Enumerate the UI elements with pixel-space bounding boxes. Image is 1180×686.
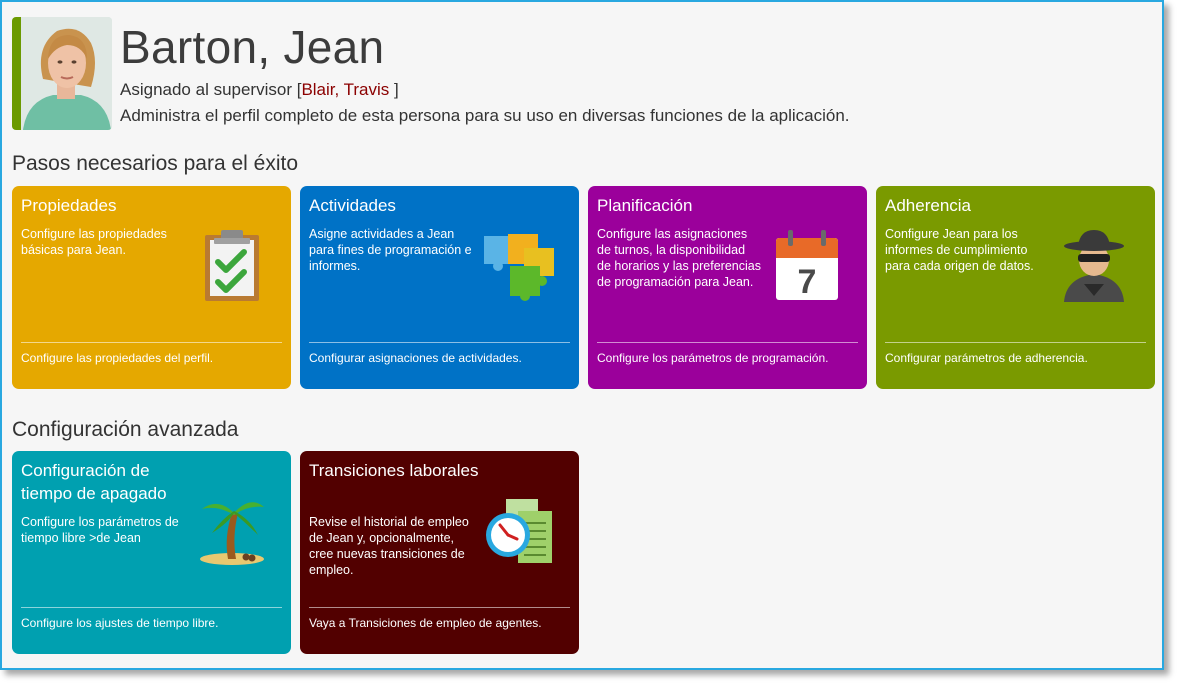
profile-description: Administra el perfil completo de esta pe…	[120, 106, 850, 125]
card-description: Configure las asignaciones de turnos, la…	[597, 227, 761, 289]
card-footer-link[interactable]: Configure los parámetros de programación…	[597, 351, 828, 365]
card-footer-link[interactable]: Configurar parámetros de adherencia.	[885, 351, 1088, 365]
card-footer-link[interactable]: Configurar asignaciones de actividades.	[309, 351, 522, 365]
card-footer-link[interactable]: Configure las propiedades del perfil.	[21, 351, 213, 365]
card-divider	[309, 342, 570, 343]
clipboard-check-icon	[205, 230, 259, 301]
section-title-advanced: Configuración avanzada	[12, 418, 239, 441]
person-photo-icon	[21, 17, 112, 130]
card-planning[interactable]: Planificación Configure las asignaciones…	[588, 186, 867, 389]
card-footer-link[interactable]: Configure los ajustes de tiempo libre.	[21, 616, 218, 630]
card-divider	[885, 342, 1146, 343]
spy-icon	[1064, 230, 1124, 302]
supervisor-suffix: ]	[389, 80, 399, 99]
card-description: Revise el historial de empleo de Jean y,…	[309, 515, 469, 577]
card-properties[interactable]: Propiedades Configure las propiedades bá…	[12, 186, 291, 389]
supervisor-line: Asignado al supervisor [Blair, Travis ]	[120, 80, 399, 100]
card-divider	[21, 342, 282, 343]
clock-documents-icon	[486, 499, 552, 563]
card-description: Configure las propiedades básicas para J…	[21, 227, 167, 257]
section-title-required: Pasos necesarios para el éxito	[12, 152, 298, 175]
card-description: Configure los parámetros de tiempo libre…	[21, 515, 179, 545]
supervisor-link[interactable]: Blair, Travis	[301, 80, 389, 99]
palm-tree-icon	[200, 502, 264, 565]
card-adherence[interactable]: Adherencia Configure Jean para los infor…	[876, 186, 1155, 389]
card-divider	[21, 607, 282, 608]
puzzle-icon	[484, 234, 554, 301]
card-time-off[interactable]: Configuración de tiempo de apagado Confi…	[12, 451, 291, 654]
calendar-day-label: 7	[798, 263, 817, 301]
card-title: Configuración de tiempo de apagado	[21, 461, 167, 503]
calendar-icon: 7	[776, 230, 838, 301]
page-title: Barton, Jean	[120, 21, 385, 73]
card-activities[interactable]: Actividades Asigne actividades a Jean pa…	[300, 186, 579, 389]
avatar	[12, 17, 112, 130]
card-description: Configure Jean para los informes de cump…	[885, 227, 1034, 273]
supervisor-prefix: Asignado al supervisor [	[120, 80, 302, 99]
card-footer-link[interactable]: Vaya a Transiciones de empleo de agentes…	[309, 616, 542, 630]
card-title: Propiedades	[21, 196, 117, 215]
card-title: Actividades	[309, 196, 396, 215]
card-title: Adherencia	[885, 196, 972, 215]
card-title: Transiciones laborales	[309, 461, 479, 480]
card-transitions[interactable]: Transiciones laborales Revise el histori…	[300, 451, 579, 654]
card-description: Asigne actividades a Jean para fines de …	[309, 227, 472, 273]
card-title: Planificación	[597, 196, 693, 215]
card-divider	[597, 342, 858, 343]
card-divider	[309, 607, 570, 608]
profile-panel: Barton, Jean Asignado al supervisor [Bla…	[0, 0, 1164, 670]
